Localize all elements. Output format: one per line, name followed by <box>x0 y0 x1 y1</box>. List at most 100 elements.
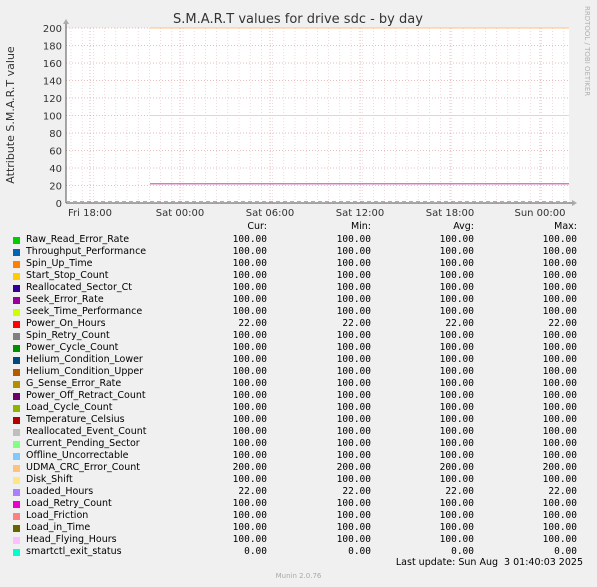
legend-value-min: 0.00 <box>348 546 371 557</box>
legend-value-cur: 100.00 <box>232 438 267 449</box>
legend-value-cur: 100.00 <box>232 390 267 401</box>
legend-swatch <box>13 429 20 436</box>
legend-row: Load_Friction 100.00 100.00 100.00 100.00 <box>0 510 597 522</box>
legend-value-max: 100.00 <box>542 270 577 281</box>
x-tick-label: Sat 12:00 <box>336 208 384 219</box>
legend-series-name: Power_On_Hours <box>26 318 106 329</box>
legend-row: Load_Retry_Count 100.00 100.00 100.00 100.00 <box>0 498 597 510</box>
legend-value-max: 22.00 <box>548 318 577 329</box>
legend-swatch <box>13 249 20 256</box>
legend-swatch <box>13 477 20 484</box>
legend-value-min: 100.00 <box>336 306 371 317</box>
y-tick-label: 80 <box>49 129 62 140</box>
y-tick-label: 140 <box>43 77 62 88</box>
legend-series-name: Reallocated_Sector_Ct <box>26 282 132 293</box>
legend-swatch <box>13 321 20 328</box>
legend-series-name: Seek_Error_Rate <box>26 294 104 305</box>
legend-value-min: 100.00 <box>336 426 371 437</box>
legend-value-min: 100.00 <box>336 258 371 269</box>
rrdtool-side-tag: RRDTOOL / TOBI OETIKER <box>583 6 591 96</box>
legend-value-min: 100.00 <box>336 270 371 281</box>
legend-value-avg: 100.00 <box>439 270 474 281</box>
y-tick-label: 20 <box>49 182 62 193</box>
legend-value-max: 22.00 <box>548 486 577 497</box>
legend-value-avg: 100.00 <box>439 342 474 353</box>
legend-value-min: 100.00 <box>336 342 371 353</box>
x-tick-label: Sat 06:00 <box>246 208 294 219</box>
legend-row: Loaded_Hours 22.00 22.00 22.00 22.00 <box>0 486 597 498</box>
legend-swatch <box>13 237 20 244</box>
legend-value-cur: 100.00 <box>232 258 267 269</box>
legend-row: Current_Pending_Sector 100.00 100.00 100.00… <box>0 438 597 450</box>
legend-swatch <box>13 537 20 544</box>
legend-series-name: Reallocated_Event_Count <box>26 426 147 437</box>
legend-swatch <box>13 297 20 304</box>
legend-value-min: 100.00 <box>336 414 371 425</box>
legend-value-min: 100.00 <box>336 294 371 305</box>
legend-row: Load_in_Time 100.00 100.00 100.00 100.00 <box>0 522 597 534</box>
legend-row: Raw_Read_Error_Rate 100.00 100.00 100.00 100… <box>0 234 597 246</box>
legend-value-avg: 100.00 <box>439 522 474 533</box>
y-axis-label: Attribute S.M.A.R.T value <box>4 46 17 184</box>
legend-value-max: 100.00 <box>542 246 577 257</box>
legend-value-max: 100.00 <box>542 534 577 545</box>
legend-swatch <box>13 417 20 424</box>
munin-version: Munin 2.0.76 <box>275 572 322 580</box>
legend-value-avg: 100.00 <box>439 450 474 461</box>
legend-value-avg: 22.00 <box>445 318 474 329</box>
legend-value-cur: 200.00 <box>232 462 267 473</box>
legend-series-name: Spin_Up_Time <box>26 258 93 269</box>
legend-value-cur: 100.00 <box>232 534 267 545</box>
legend-value-cur: 100.00 <box>232 270 267 281</box>
legend-row: Power_Off_Retract_Count 100.00 100.00 100.0… <box>0 390 597 402</box>
legend-value-avg: 100.00 <box>439 390 474 401</box>
legend-header-cur: Cur: <box>247 221 267 232</box>
legend-value-avg: 100.00 <box>439 402 474 413</box>
legend-series-name: Helium_Condition_Lower <box>26 354 143 365</box>
chart-title: S.M.A.R.T values for drive sdc - by day <box>173 12 423 27</box>
y-tick-label: 0 <box>56 199 62 210</box>
legend-value-avg: 100.00 <box>439 354 474 365</box>
legend-series-name: Seek_Time_Performance <box>26 306 143 317</box>
legend-swatch <box>13 345 20 352</box>
legend-header-min: Min: <box>350 221 371 232</box>
legend-value-cur: 100.00 <box>232 474 267 485</box>
legend-value-min: 100.00 <box>336 474 371 485</box>
legend-value-min: 100.00 <box>336 498 371 509</box>
y-tick-label: 200 <box>43 24 62 35</box>
legend-swatch <box>13 549 20 556</box>
legend-row: Throughput_Performance 100.00 100.00 100.00… <box>0 246 597 258</box>
legend-value-max: 200.00 <box>542 462 577 473</box>
legend-series-name: Load_in_Time <box>26 522 91 533</box>
legend-value-avg: 0.00 <box>451 546 474 557</box>
legend-value-min: 100.00 <box>336 522 371 533</box>
legend-value-max: 100.00 <box>542 294 577 305</box>
legend-value-avg: 100.00 <box>439 510 474 521</box>
legend-value-min: 22.00 <box>342 486 371 497</box>
legend-series-name: Load_Friction <box>26 510 89 521</box>
legend-value-avg: 100.00 <box>439 498 474 509</box>
legend-value-avg: 100.00 <box>439 234 474 245</box>
legend-value-min: 100.00 <box>336 438 371 449</box>
legend-value-avg: 100.00 <box>439 306 474 317</box>
legend-value-min: 200.00 <box>336 462 371 473</box>
legend-value-min: 100.00 <box>336 234 371 245</box>
legend-value-cur: 100.00 <box>232 342 267 353</box>
legend-value-max: 100.00 <box>542 234 577 245</box>
legend-row: Temperature_Celsius 100.00 100.00 100.00 100… <box>0 414 597 426</box>
legend-series-name: Load_Cycle_Count <box>26 402 113 413</box>
legend-value-min: 100.00 <box>336 246 371 257</box>
legend-value-min: 100.00 <box>336 450 371 461</box>
legend-swatch <box>13 285 20 292</box>
legend-swatch <box>13 513 20 520</box>
legend-series-name: UDMA_CRC_Error_Count <box>26 462 140 473</box>
legend-value-cur: 0.00 <box>244 546 267 557</box>
legend-value-min: 100.00 <box>336 330 371 341</box>
legend-header-avg: Avg: <box>453 221 474 232</box>
legend-swatch <box>13 393 20 400</box>
legend-value-cur: 100.00 <box>232 414 267 425</box>
legend-value-avg: 100.00 <box>439 294 474 305</box>
legend-value-max: 100.00 <box>542 342 577 353</box>
legend-value-cur: 100.00 <box>232 246 267 257</box>
legend-value-max: 100.00 <box>542 522 577 533</box>
